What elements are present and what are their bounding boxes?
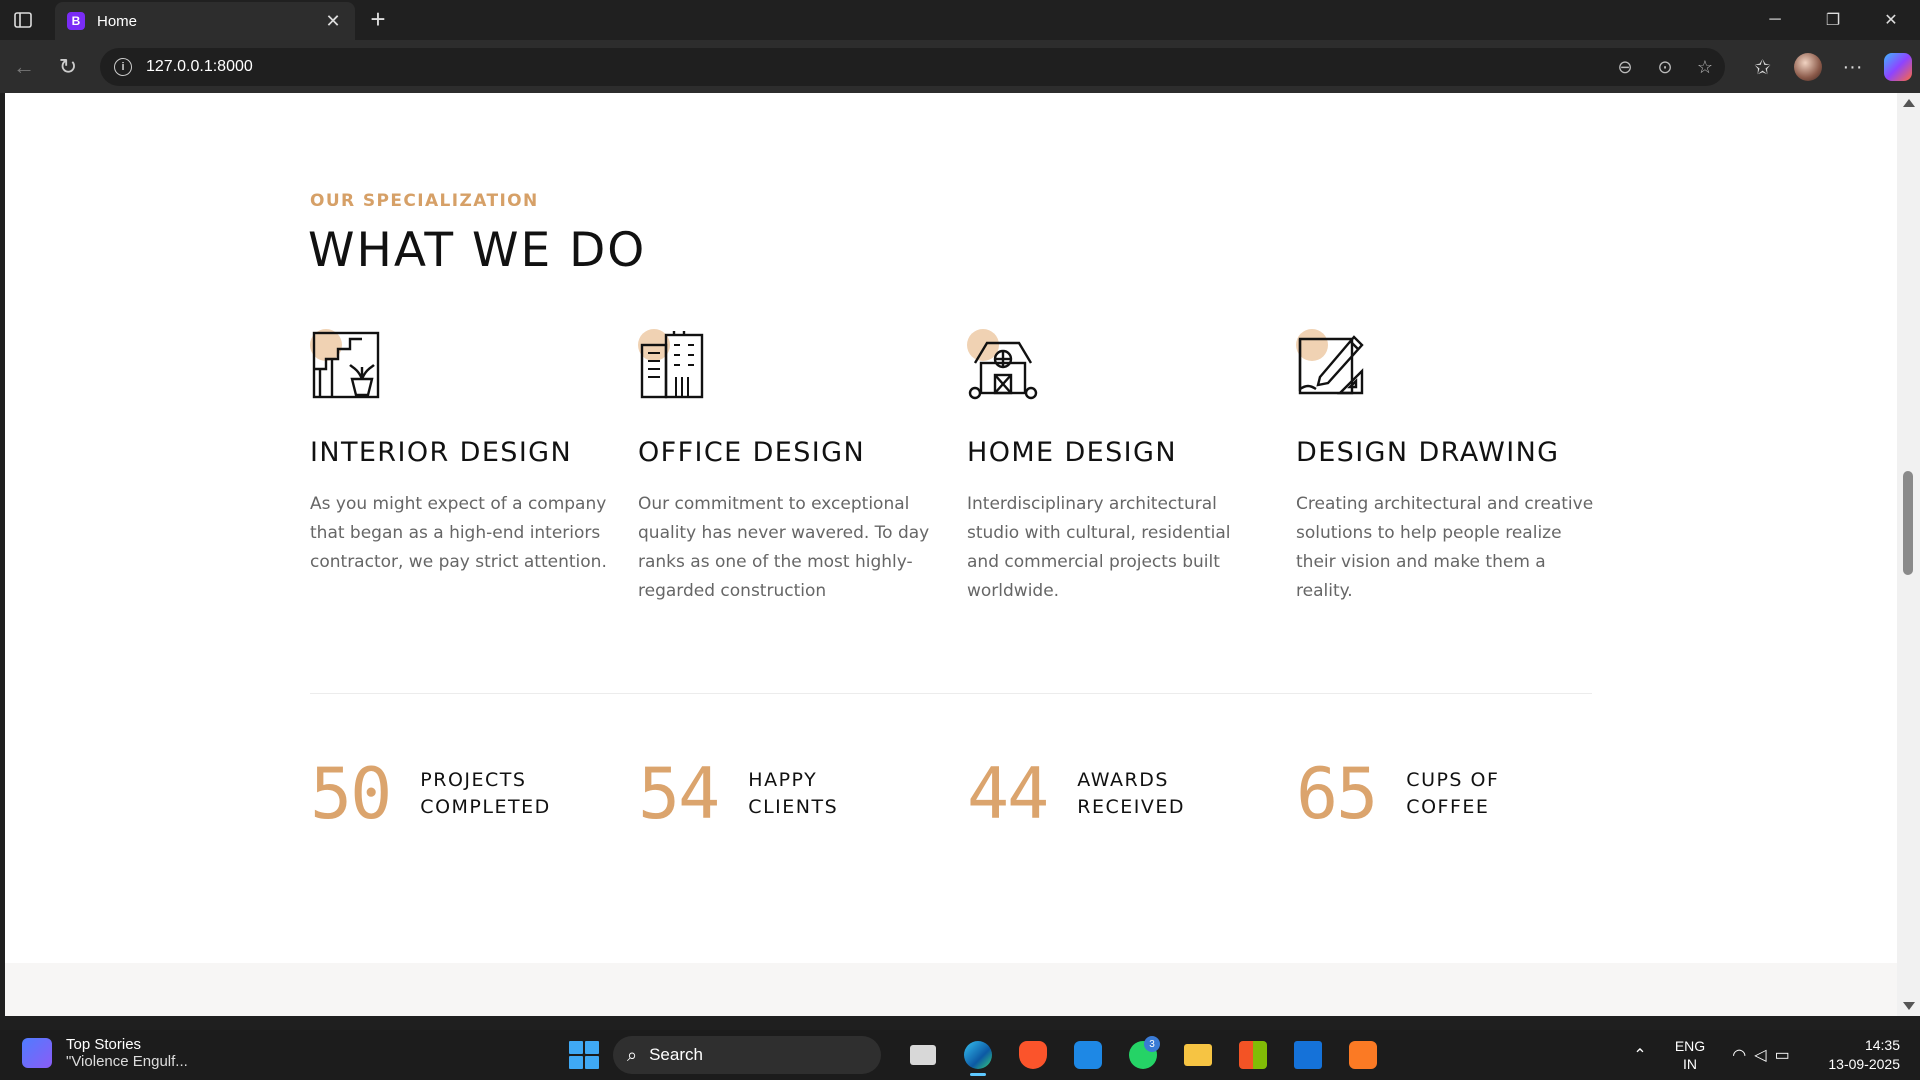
news-title: Top Stories <box>66 1036 142 1053</box>
more-menu-icon[interactable]: ··· <box>1830 48 1875 86</box>
service-description: As you might expect of a company that be… <box>310 494 607 572</box>
clock-time: 14:35 <box>1864 1037 1900 1053</box>
region-code: IN <box>1683 1056 1697 1072</box>
back-icon[interactable]: ← <box>8 51 40 83</box>
stat-number: 54 <box>638 753 720 835</box>
stat-number: 65 <box>1296 753 1378 835</box>
scrollbar-thumb[interactable] <box>1903 471 1913 575</box>
page-viewport: OUR SPECIALIZATION WHAT WE DO INTERIOR D… <box>5 93 1897 1016</box>
xampp-icon[interactable] <box>1335 1034 1390 1076</box>
favorite-star-icon[interactable]: ☆ <box>1685 48 1725 86</box>
page-scrollbar[interactable] <box>1897 93 1920 1016</box>
scroll-down-icon[interactable] <box>1903 1002 1915 1010</box>
service-card-office: OFFICE DESIGN Our commitment to exceptio… <box>638 329 938 606</box>
brave-browser-icon[interactable] <box>1005 1034 1060 1076</box>
service-description: Our commitment to exceptional quality ha… <box>638 494 930 601</box>
next-section-band <box>5 963 1897 1016</box>
service-title: OFFICE DESIGN <box>638 437 866 468</box>
stat-clients: 54 HAPPY CLIENTS <box>638 753 898 835</box>
window-controls: ─ ❐ ✕ <box>1746 0 1920 40</box>
staircase-plant-icon <box>310 329 382 401</box>
zoom-out-icon[interactable]: ⊖ <box>1605 48 1645 86</box>
toolbar-right: ✩ ··· <box>1740 48 1920 86</box>
browser-tab-bar: B Home ✕ + ─ ❐ ✕ <box>0 0 1920 40</box>
section-divider <box>310 693 1592 694</box>
service-card-interior: INTERIOR DESIGN As you might expect of a… <box>310 329 610 577</box>
read-aloud-icon[interactable]: ⊙ <box>1645 48 1685 86</box>
service-card-home: HOME DESIGN Interdisciplinary architectu… <box>967 329 1267 606</box>
news-icon <box>22 1038 52 1068</box>
stat-number: 44 <box>967 753 1049 835</box>
office-building-icon <box>638 329 710 401</box>
language-indicator[interactable]: ENG IN <box>1660 1037 1720 1073</box>
section-eyebrow: OUR SPECIALIZATION <box>310 191 539 211</box>
address-bar[interactable]: i 127.0.0.1:8000 ⊖ ⊙ ☆ <box>100 48 1725 86</box>
service-title: HOME DESIGN <box>967 437 1177 468</box>
service-title: INTERIOR DESIGN <box>310 437 573 468</box>
copilot-icon[interactable] <box>1875 48 1920 86</box>
stat-label: HAPPY CLIENTS <box>748 769 839 818</box>
taskbar-search[interactable]: ⌕ Search <box>613 1036 881 1074</box>
stat-coffee: 65 CUPS OF COFFEE <box>1296 753 1556 835</box>
news-widget[interactable]: Top Stories "Violence Engulf... <box>22 1036 188 1070</box>
news-headline: "Violence Engulf... <box>66 1053 188 1070</box>
new-tab-icon[interactable]: + <box>364 6 392 34</box>
tab-home[interactable]: B Home ✕ <box>55 2 355 40</box>
clock[interactable]: 14:35 13-09-2025 <box>1810 1036 1900 1074</box>
whatsapp-badge: 3 <box>1144 1036 1160 1052</box>
service-description: Interdisciplinary architectural studio w… <box>967 494 1231 601</box>
minimize-icon[interactable]: ─ <box>1746 0 1804 40</box>
service-title: DESIGN DRAWING <box>1296 437 1560 468</box>
blueprint-pencil-icon <box>1296 329 1368 401</box>
search-label: Search <box>649 1045 703 1064</box>
site-info-icon[interactable]: i <box>114 58 132 76</box>
close-tab-icon[interactable]: ✕ <box>323 11 343 32</box>
azure-data-studio-icon[interactable] <box>1280 1034 1335 1076</box>
vscode-icon[interactable] <box>1060 1034 1115 1076</box>
tab-actions-icon[interactable] <box>0 0 46 40</box>
search-icon: ⌕ <box>627 1044 638 1065</box>
service-card-drawing: DESIGN DRAWING Creating architectural an… <box>1296 329 1596 606</box>
windows-taskbar: Top Stories "Violence Engulf... ⌕ Search… <box>0 1030 1920 1080</box>
language-code: ENG <box>1674 1038 1706 1054</box>
stat-label: PROJECTS COMPLETED <box>420 769 551 818</box>
close-window-icon[interactable]: ✕ <box>1862 0 1920 40</box>
edge-browser-icon[interactable] <box>950 1034 1005 1076</box>
url-text[interactable]: 127.0.0.1:8000 <box>146 58 1605 76</box>
stat-label: AWARDS RECEIVED <box>1077 769 1186 818</box>
clock-date: 13-09-2025 <box>1828 1056 1900 1072</box>
section-title: WHAT WE DO <box>308 223 647 278</box>
show-hidden-icons-icon[interactable]: ⌃ <box>1620 1045 1660 1065</box>
whatsapp-icon[interactable]: 3 <box>1115 1034 1170 1076</box>
browser-toolbar: ← ↻ i 127.0.0.1:8000 ⊖ ⊙ ☆ ✩ ··· <box>0 40 1920 93</box>
task-view-icon[interactable] <box>895 1034 950 1076</box>
service-description: Creating architectural and creative solu… <box>1296 494 1594 601</box>
system-tray: ⌃ ENG IN ◠◁▭ 14:35 13-09-2025 <box>1620 1030 1920 1080</box>
favorites-icon[interactable]: ✩ <box>1740 48 1785 86</box>
taskbar-apps: ⌕ Search 3 <box>553 1034 1390 1076</box>
barn-house-icon <box>967 329 1039 401</box>
tab-title: Home <box>97 12 138 30</box>
microsoft-store-icon[interactable] <box>1225 1034 1280 1076</box>
bootstrap-favicon-icon: B <box>67 12 85 30</box>
refresh-icon[interactable]: ↻ <box>52 51 84 83</box>
windows-start-icon[interactable] <box>565 1037 601 1073</box>
scroll-up-icon[interactable] <box>1903 99 1915 107</box>
network-volume-battery-icon[interactable]: ◠◁▭ <box>1720 1045 1810 1065</box>
profile-avatar[interactable] <box>1785 48 1830 86</box>
file-explorer-icon[interactable] <box>1170 1034 1225 1076</box>
stat-number: 50 <box>310 753 392 835</box>
stat-awards: 44 AWARDS RECEIVED <box>967 753 1227 835</box>
stat-label: CUPS OF COFFEE <box>1406 769 1500 818</box>
stat-projects: 50 PROJECTS COMPLETED <box>310 753 570 835</box>
restore-icon[interactable]: ❐ <box>1804 0 1862 40</box>
